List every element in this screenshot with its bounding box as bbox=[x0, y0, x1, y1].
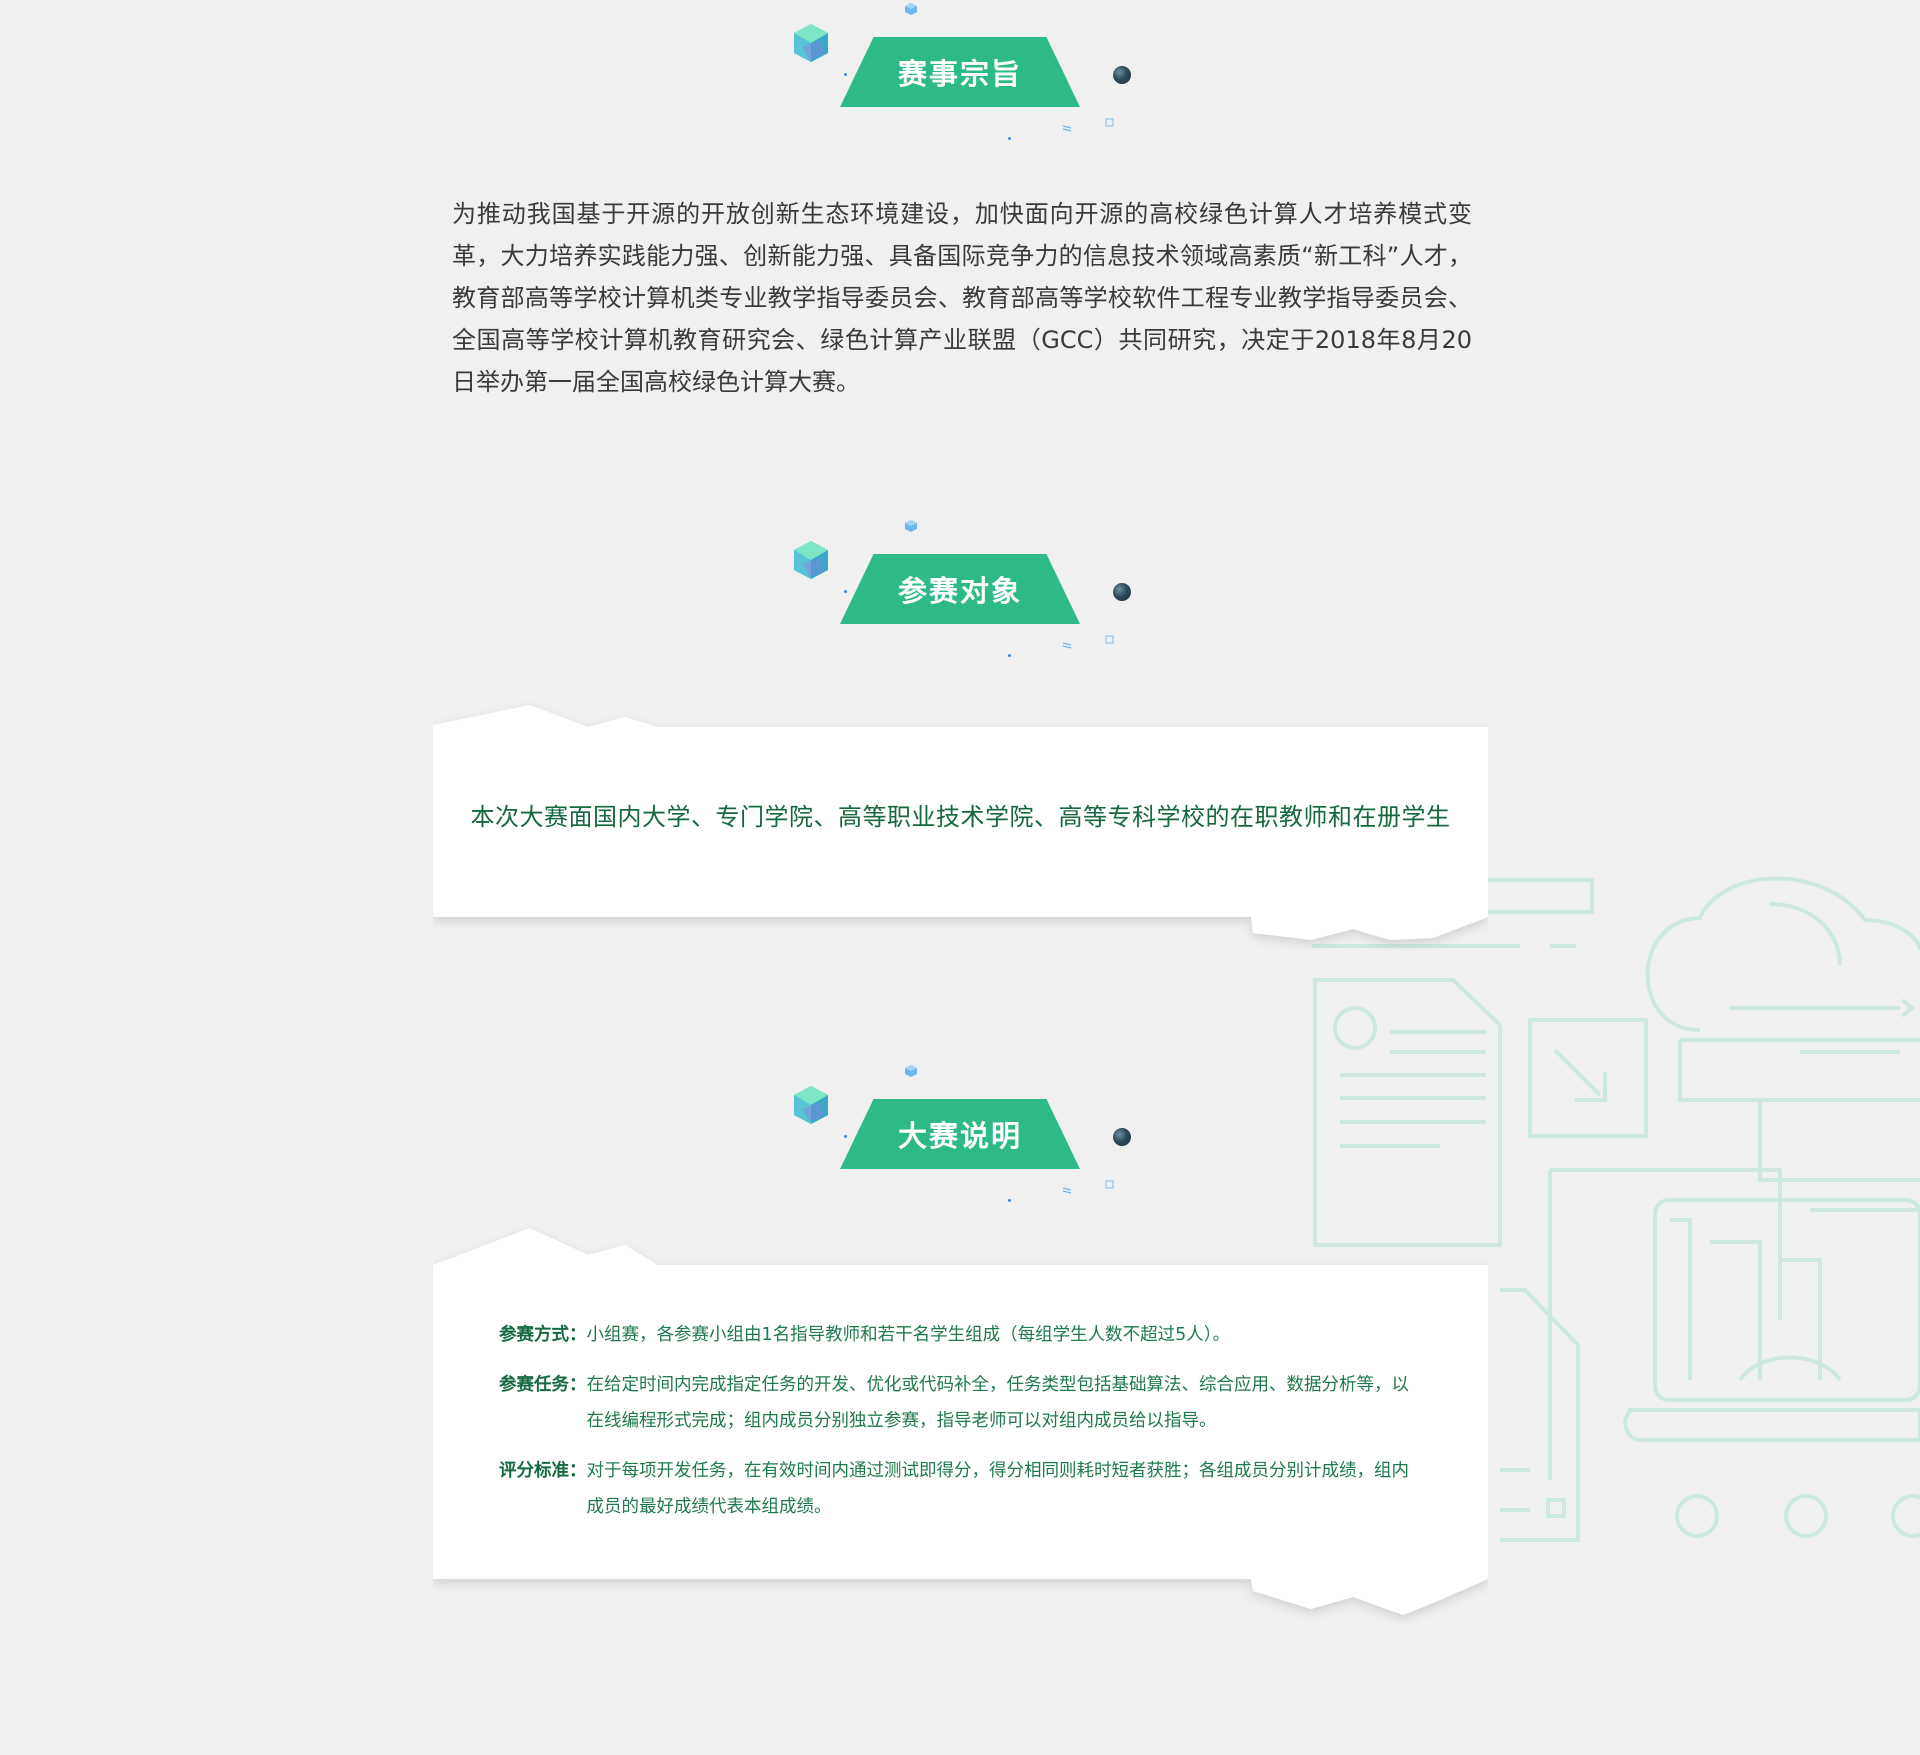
sparkle-dot bbox=[1008, 1199, 1011, 1202]
rule-item-task: 参赛任务： 在给定时间内完成指定任务的开发、优化或代码补全，任务类型包括基础算法… bbox=[499, 1367, 1419, 1439]
image-frame-icon bbox=[1528, 1018, 1648, 1138]
sparkle-dot bbox=[844, 1135, 847, 1138]
rule-item-format: 参赛方式： 小组赛，各参赛小组由1名指导教师和若干名学生组成（每组学生人数不超过… bbox=[499, 1317, 1419, 1353]
orb-icon bbox=[1113, 1128, 1131, 1146]
sparkle-lines-icon bbox=[1062, 1187, 1072, 1194]
sparkle-square-icon bbox=[1105, 1180, 1114, 1189]
hexagon-gem-icon bbox=[794, 541, 828, 579]
section-title: 赛事宗旨 bbox=[897, 57, 1022, 91]
small-gem-icon bbox=[905, 520, 917, 532]
section-header-participants: 参赛对象 bbox=[780, 517, 1140, 667]
section-title-ribbon: 参赛对象 bbox=[840, 554, 1080, 624]
sparkle-lines-icon bbox=[1062, 642, 1072, 649]
rules-list: 参赛方式： 小组赛，各参赛小组由1名指导教师和若干名学生组成（每组学生人数不超过… bbox=[499, 1317, 1419, 1539]
rule-item-scoring: 评分标准： 对于每项开发任务，在有效时间内通过测试即得分，得分相同则耗时短者获胜… bbox=[499, 1453, 1419, 1525]
rule-value: 对于每项开发任务，在有效时间内通过测试即得分，得分相同则耗时短者获胜；各组成员分… bbox=[586, 1461, 1410, 1517]
sparkle-lines-icon bbox=[1062, 125, 1072, 132]
small-gem-icon bbox=[905, 3, 917, 15]
section-title: 大赛说明 bbox=[897, 1119, 1022, 1153]
description-card: 参赛方式： 小组赛，各参赛小组由1名指导教师和若干名学生组成（每组学生人数不超过… bbox=[433, 1225, 1488, 1625]
section-title-ribbon: 大赛说明 bbox=[840, 1099, 1080, 1169]
rule-value: 在给定时间内完成指定任务的开发、优化或代码补全，任务类型包括基础算法、综合应用、… bbox=[586, 1375, 1410, 1431]
sparkle-dot bbox=[1008, 137, 1011, 140]
rule-key: 参赛任务： bbox=[499, 1375, 587, 1395]
sparkle-dot bbox=[1008, 654, 1011, 657]
section-header-description: 大赛说明 bbox=[780, 1062, 1140, 1212]
orb-icon bbox=[1113, 66, 1131, 84]
rule-key: 评分标准： bbox=[499, 1461, 587, 1481]
small-gem-icon bbox=[905, 1065, 917, 1077]
purpose-text: 为推动我国基于开源的开放创新生态环境建设，加快面向开源的高校绿色计算人才培养模式… bbox=[452, 200, 1472, 396]
rule-key: 参赛方式： bbox=[499, 1325, 587, 1345]
participants-text: 本次大赛面国内大学、专门学院、高等职业技术学院、高等专科学校的在职教师和在册学生 bbox=[470, 803, 1451, 831]
sparkle-square-icon bbox=[1105, 118, 1114, 127]
section-title-ribbon: 赛事宗旨 bbox=[840, 37, 1080, 107]
sparkle-dot bbox=[844, 590, 847, 593]
section-title: 参赛对象 bbox=[897, 574, 1022, 608]
sparkle-dot bbox=[844, 73, 847, 76]
document-icon bbox=[1313, 978, 1502, 1247]
hexagon-gem-icon bbox=[794, 24, 828, 62]
section-header-purpose: 赛事宗旨 bbox=[780, 0, 1140, 150]
sparkle-square-icon bbox=[1105, 635, 1114, 644]
rule-value: 小组赛，各参赛小组由1名指导教师和若干名学生组成（每组学生人数不超过5人）。 bbox=[586, 1325, 1231, 1345]
orb-icon bbox=[1113, 583, 1131, 601]
hexagon-gem-icon bbox=[794, 1086, 828, 1124]
participants-card: 本次大赛面国内大学、专门学院、高等职业技术学院、高等专科学校的在职教师和在册学生 bbox=[433, 700, 1488, 950]
